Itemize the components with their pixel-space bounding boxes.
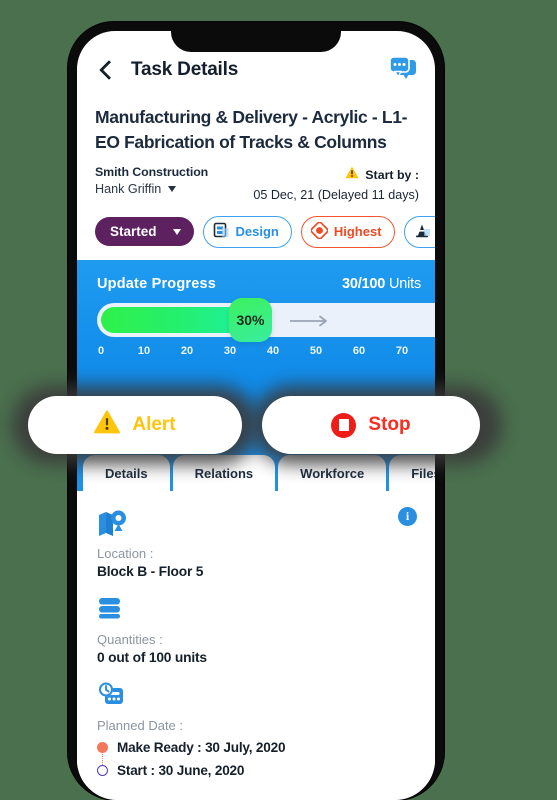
- start-by-date: 05 Dec, 21 (Delayed 11 days): [253, 187, 419, 202]
- progress-units-readout: 30/100 Units: [342, 276, 421, 292]
- quantities-value: 0 out of 100 units: [97, 649, 207, 665]
- alert-button[interactable]: Alert: [28, 396, 242, 454]
- info-icon[interactable]: i: [398, 506, 417, 526]
- warning-triangle-icon: [345, 166, 359, 184]
- chevron-down-icon: [168, 185, 177, 192]
- tab-files[interactable]: Files: [389, 454, 435, 491]
- task-owner-block: Smith Construction Hank Griffin: [95, 165, 208, 202]
- location-value: Block B - Floor 5: [97, 563, 204, 579]
- progress-units-word: Units: [385, 275, 421, 292]
- detail-quantities: Quantities : 0 out of 100 units: [97, 595, 415, 665]
- status-dropdown[interactable]: Started: [95, 217, 194, 247]
- stop-square-icon: [331, 412, 357, 438]
- timeline-dot-hollow: [97, 764, 108, 776]
- assignee-selector[interactable]: Hank Griffin: [95, 182, 208, 196]
- chips-row: Started Design Highest: [77, 202, 435, 260]
- quantities-label: Quantities :: [97, 631, 163, 647]
- chip-label: Highest: [333, 224, 382, 240]
- chat-bubble-icon[interactable]: [389, 55, 417, 85]
- tick-label: 70: [395, 344, 409, 357]
- progress-completed-units: 30: [341, 275, 358, 292]
- phone-notch: [171, 22, 341, 52]
- progress-slider[interactable]: 30%: [97, 297, 435, 342]
- tick-label: 0: [97, 344, 105, 357]
- tab-workforce[interactable]: Workforce: [278, 454, 387, 491]
- tick-label: 50: [309, 344, 323, 357]
- alert-button-label: Alert: [132, 414, 176, 435]
- task-title: Manufacturing & Delivery - Acrylic - L1-…: [95, 107, 408, 152]
- update-progress-panel: Update Progress 30/100 Units 30% 0 10 20…: [77, 259, 435, 491]
- start-by-block: Start by : 05 Dec, 21 (Delayed 11 days): [253, 165, 419, 202]
- slider-ticks: 0 10 20 30 40 50 60 70 80 90 100: [97, 345, 435, 363]
- tick-label: 30: [223, 344, 237, 357]
- slider-fill: [101, 306, 245, 333]
- planned-date-label: Planned Date :: [97, 717, 184, 733]
- tick-label: 40: [266, 344, 280, 357]
- tick-label: 60: [352, 344, 366, 357]
- page-title: Task Details: [131, 59, 239, 80]
- detail-location: Location : Block B - Floor 5: [97, 509, 415, 579]
- tick-label: 20: [180, 344, 194, 357]
- tick-label: 10: [137, 344, 151, 357]
- stack-layers-icon: [97, 595, 415, 625]
- planned-date-timeline: Make Ready : 30 July, 2020 Start : 30 Ju…: [97, 736, 415, 782]
- company-name: Smith Construction: [95, 164, 209, 179]
- chip-safety[interactable]: Safe: [403, 215, 435, 248]
- status-label: Started: [110, 224, 157, 240]
- traffic-cone-icon: [414, 222, 431, 242]
- map-pin-icon: [97, 509, 415, 539]
- calendar-clock-icon: [97, 681, 415, 711]
- stop-button-label: Stop: [368, 414, 411, 435]
- chip-priority[interactable]: Highest: [300, 215, 395, 248]
- timeline-connector: [102, 751, 103, 765]
- progress-total-units: /100: [357, 275, 386, 292]
- timeline-text: Start : 30 June, 2020: [117, 762, 245, 778]
- timeline-item-make-ready: Make Ready : 30 July, 2020: [97, 736, 415, 759]
- task-meta-row: Smith Construction Hank Griffin Start by…: [77, 155, 435, 202]
- warning-triangle-icon: [94, 410, 121, 440]
- chip-design[interactable]: Design: [202, 215, 292, 248]
- tab-relations[interactable]: Relations: [172, 454, 276, 491]
- arrow-right-icon: [289, 314, 331, 327]
- tab-details[interactable]: Details: [83, 454, 170, 491]
- start-by-label: Start by :: [365, 167, 419, 182]
- chevron-left-icon[interactable]: [95, 59, 117, 81]
- assignee-name: Hank Griffin: [95, 181, 162, 196]
- location-label: Location :: [97, 545, 154, 561]
- chip-label: Design: [235, 224, 279, 240]
- timeline-text: Make Ready : 30 July, 2020: [117, 739, 286, 755]
- stop-button[interactable]: Stop: [262, 396, 480, 454]
- details-panel: i Location : Block B - Floor 5 Quantitie…: [77, 490, 435, 782]
- timeline-item-start: Start : 30 June, 2020: [97, 759, 415, 782]
- detail-planned-date: Planned Date : Make Ready : 30 July, 202…: [97, 681, 415, 782]
- chevron-down-icon: [172, 228, 181, 235]
- slider-thumb[interactable]: 30%: [229, 297, 272, 342]
- diamond-alert-icon: [310, 221, 329, 242]
- blueprint-icon: [213, 222, 230, 242]
- progress-panel-title: Update Progress: [97, 275, 217, 292]
- tab-bar: Details Relations Workforce Files: [77, 454, 435, 491]
